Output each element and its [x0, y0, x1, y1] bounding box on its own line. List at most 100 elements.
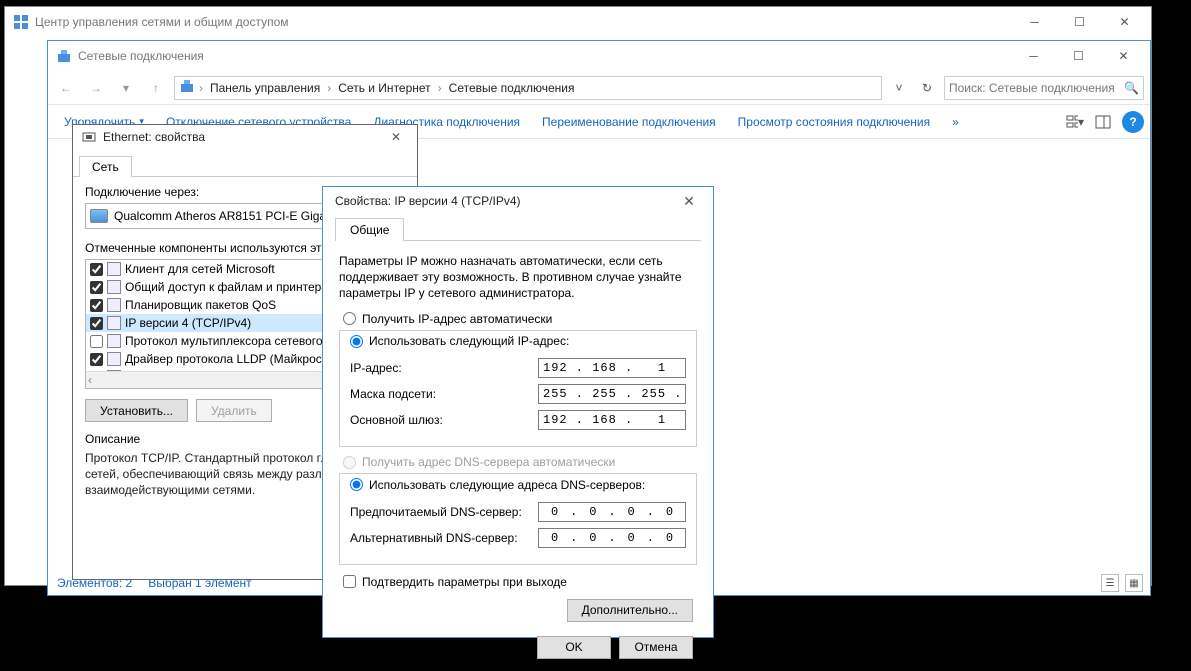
- component-checkbox[interactable]: [90, 317, 103, 330]
- nav-recent-icon[interactable]: ▾: [114, 76, 138, 100]
- breadcrumb[interactable]: › Панель управления › Сеть и Интернет › …: [174, 76, 882, 100]
- confirm-label: Подтвердить параметры при выходе: [362, 575, 567, 589]
- subnet-mask-input[interactable]: [538, 384, 686, 404]
- titlebar[interactable]: Ethernet: свойства ✕: [73, 125, 417, 149]
- protocol-icon: [107, 316, 121, 330]
- adapter-name: Qualcomm Atheros AR8151 PCI-E Gigabit: [114, 209, 339, 223]
- help-icon[interactable]: ?: [1122, 111, 1144, 133]
- ipv4-properties-dialog: Свойства: IP версии 4 (TCP/IPv4) ✕ Общие…: [322, 186, 714, 638]
- subnet-mask-label: Маска подсети:: [350, 387, 436, 401]
- ip-address-label: IP-адрес:: [350, 361, 402, 375]
- install-button[interactable]: Установить...: [85, 399, 188, 422]
- tab-row: Сеть: [73, 149, 417, 177]
- protocol-icon: [107, 334, 121, 348]
- radio-label: Получить адрес DNS-сервера автоматически: [362, 455, 615, 469]
- radio-label: Использовать следующие адреса DNS-сервер…: [369, 478, 645, 492]
- dns2-label: Альтернативный DNS-сервер:: [350, 531, 518, 545]
- dns-fieldset: Использовать следующие адреса DNS-сервер…: [339, 473, 697, 565]
- cancel-button[interactable]: Отмена: [619, 636, 693, 659]
- tab-general[interactable]: Общие: [335, 218, 404, 241]
- app-icon: [56, 48, 72, 64]
- component-label: Общий доступ к файлам и принтерам: [125, 280, 336, 294]
- component-label: Планировщик пакетов QoS: [125, 298, 276, 312]
- info-text: Параметры IP можно назначать автоматичес…: [339, 253, 697, 302]
- window-title: Сетевые подключения: [78, 49, 1011, 63]
- refresh-icon[interactable]: ↻: [916, 77, 938, 99]
- radio-auto-ip[interactable]: Получить IP-адрес автоматически: [343, 312, 693, 326]
- dialog-body: Общие Параметры IP можно назначать автом…: [323, 217, 713, 671]
- ok-button[interactable]: OK: [537, 636, 611, 659]
- chevron-right-icon: ›: [197, 81, 205, 95]
- window-title: Центр управления сетями и общим доступом: [35, 15, 1012, 29]
- nav-back-icon[interactable]: ←: [54, 76, 78, 100]
- protocol-icon: [107, 262, 121, 276]
- ip-fieldset: Использовать следующий IP-адрес: IP-адре…: [339, 330, 697, 448]
- dns2-input[interactable]: 0.0.0.0: [538, 528, 686, 548]
- confirm-checkbox[interactable]: [343, 575, 356, 588]
- maximize-button[interactable]: ☐: [1057, 8, 1102, 36]
- radio-input[interactable]: [350, 335, 363, 348]
- ethernet-icon: [81, 129, 97, 145]
- protocol-icon: [107, 298, 121, 312]
- component-label: Протокол мультиплексора сетевого: [125, 334, 323, 348]
- titlebar[interactable]: Свойства: IP версии 4 (TCP/IPv4) ✕: [323, 187, 713, 215]
- maximize-button[interactable]: ☐: [1056, 42, 1101, 70]
- dns1-input[interactable]: 0.0.0.0: [538, 502, 686, 522]
- confirm-checkbox-row[interactable]: Подтвердить параметры при выходе: [343, 575, 693, 589]
- close-button[interactable]: ✕: [1101, 42, 1146, 70]
- tab-row: Общие: [335, 217, 701, 241]
- titlebar[interactable]: Центр управления сетями и общим доступом…: [5, 7, 1151, 37]
- dialog-title: Ethernet: свойства: [103, 130, 379, 144]
- search-input[interactable]: Поиск: Сетевые подключения 🔍: [944, 76, 1144, 100]
- gateway-label: Основной шлюз:: [350, 413, 443, 427]
- component-checkbox[interactable]: [90, 335, 103, 348]
- radio-input[interactable]: [343, 312, 356, 325]
- component-label: IP версии 4 (TCP/IPv4): [125, 316, 251, 330]
- nav-forward-icon[interactable]: →: [84, 76, 108, 100]
- crumb[interactable]: Сеть и Интернет: [335, 81, 433, 95]
- minimize-button[interactable]: ─: [1011, 42, 1056, 70]
- radio-label: Использовать следующий IP-адрес:: [369, 334, 569, 348]
- uninstall-button: Удалить: [196, 399, 272, 422]
- radio-label: Получить IP-адрес автоматически: [362, 312, 552, 326]
- minimize-button[interactable]: ─: [1012, 8, 1057, 36]
- advanced-button[interactable]: Дополнительно...: [567, 599, 693, 622]
- titlebar[interactable]: Сетевые подключения ─ ☐ ✕: [48, 41, 1150, 71]
- chevron-right-icon: ›: [325, 81, 333, 95]
- radio-auto-dns: Получить адрес DNS-сервера автоматически: [343, 455, 693, 469]
- more-commands[interactable]: »: [942, 111, 969, 133]
- view-large-icon[interactable]: ▦: [1125, 574, 1143, 592]
- view-details-icon[interactable]: ☰: [1101, 574, 1119, 592]
- protocol-icon: [107, 280, 121, 294]
- nic-icon: [90, 209, 108, 223]
- gateway-input[interactable]: [538, 410, 686, 430]
- component-checkbox[interactable]: [90, 281, 103, 294]
- dialog-title: Свойства: IP версии 4 (TCP/IPv4): [331, 194, 669, 208]
- ip-address-input[interactable]: [538, 358, 686, 378]
- radio-use-ip[interactable]: Использовать следующий IP-адрес:: [350, 334, 575, 348]
- address-dropdown-icon[interactable]: ˅: [888, 77, 910, 99]
- view-options-icon[interactable]: ▾: [1066, 113, 1084, 131]
- search-icon: 🔍: [1124, 81, 1139, 95]
- radio-input: [343, 456, 356, 469]
- radio-input[interactable]: [350, 478, 363, 491]
- crumb[interactable]: Сетевые подключения: [446, 81, 578, 95]
- close-button[interactable]: ✕: [669, 187, 709, 215]
- close-button[interactable]: ✕: [1102, 8, 1147, 36]
- address-bar: ← → ▾ ↑ › Панель управления › Сеть и Инт…: [48, 71, 1150, 105]
- view-status-command[interactable]: Просмотр состояния подключения: [728, 111, 940, 133]
- crumb[interactable]: Панель управления: [207, 81, 323, 95]
- component-label: Драйвер протокола LLDP (Майкрософ: [125, 352, 338, 366]
- component-checkbox[interactable]: [90, 263, 103, 276]
- network-icon: [179, 78, 195, 97]
- tab-network[interactable]: Сеть: [79, 156, 132, 177]
- radio-use-dns[interactable]: Использовать следующие адреса DNS-сервер…: [350, 478, 651, 492]
- nav-up-icon[interactable]: ↑: [144, 76, 168, 100]
- app-icon: [13, 14, 29, 30]
- rename-command[interactable]: Переименование подключения: [532, 111, 726, 133]
- component-checkbox[interactable]: [90, 353, 103, 366]
- search-placeholder: Поиск: Сетевые подключения: [949, 81, 1115, 95]
- close-button[interactable]: ✕: [379, 123, 413, 151]
- component-checkbox[interactable]: [90, 299, 103, 312]
- preview-pane-icon[interactable]: [1094, 113, 1112, 131]
